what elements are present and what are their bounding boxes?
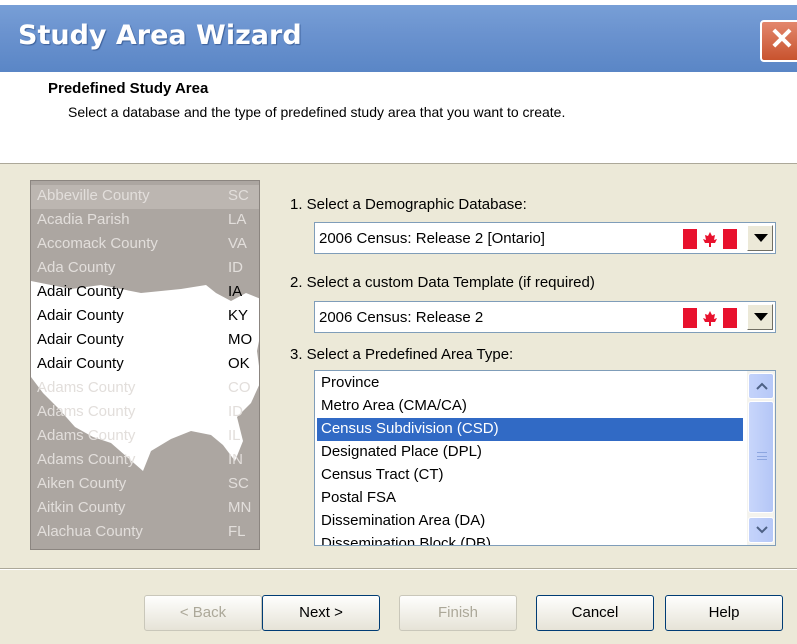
county-name: Aiken County <box>37 475 127 492</box>
county-row: Acadia Parish LA <box>31 209 259 233</box>
template-dropdown-button[interactable] <box>747 304 773 330</box>
page-title: Predefined Study Area <box>48 80 209 97</box>
scroll-up-icon <box>756 382 768 390</box>
county-row: Adams County IN <box>31 449 259 473</box>
chevron-down-icon <box>754 234 768 242</box>
county-state: SC <box>228 475 249 492</box>
county-name: Abbeville County <box>37 187 150 204</box>
county-state: ID <box>228 403 243 420</box>
chevron-down-icon <box>754 313 768 321</box>
county-row: Adair County IA <box>31 281 259 305</box>
area-type-option[interactable]: Census Subdivision (CSD) <box>317 418 743 441</box>
database-dropdown-button[interactable] <box>747 225 773 251</box>
area-type-label: 3. Select a Predefined Area Type: <box>290 346 514 363</box>
county-state: VA <box>228 235 247 252</box>
county-name: Accomack County <box>37 235 158 252</box>
area-type-option[interactable]: Metro Area (CMA/CA) <box>319 395 739 418</box>
county-name: Alachua County <box>37 523 143 540</box>
county-name: Adair County <box>37 331 124 348</box>
database-value: 2006 Census: Release 2 [Ontario] <box>319 230 545 247</box>
county-name: Acadia Parish <box>37 211 130 228</box>
county-list-image: Abbeville County SC Acadia Parish LA Accomac… <box>30 180 260 550</box>
cancel-button[interactable]: Cancel <box>536 595 654 631</box>
county-row: Alachua County FL <box>31 521 259 545</box>
template-combobox[interactable]: 2006 Census: Release 2 <box>314 301 776 333</box>
area-type-option[interactable]: Census Tract (CT) <box>319 464 739 487</box>
canada-flag-icon <box>683 308 737 328</box>
area-type-option[interactable]: Postal FSA <box>319 487 739 510</box>
county-name: Adams County <box>37 403 136 420</box>
county-row: Adams County ID <box>31 401 259 425</box>
page-subtitle: Select a database and the type of predef… <box>68 104 566 120</box>
county-row: Adair County KY <box>31 305 259 329</box>
next-button[interactable]: Next > <box>262 595 380 631</box>
area-type-option[interactable]: Designated Place (DPL) <box>319 441 739 464</box>
area-type-listbox[interactable]: Province Metro Area (CMA/CA) Census Subdiv… <box>314 370 776 546</box>
county-row: Adams County CO <box>31 377 259 401</box>
close-icon: ✕ <box>769 23 795 56</box>
county-state: IN <box>228 451 243 468</box>
database-label: 1. Select a Demographic Database: <box>290 196 527 213</box>
county-state: OK <box>228 355 250 372</box>
title-bar: Study Area Wizard <box>0 0 797 72</box>
county-name: Adair County <box>37 307 124 324</box>
county-row: Accomack County VA <box>31 233 259 257</box>
county-row: Adams County IL <box>31 425 259 449</box>
area-type-option[interactable]: Dissemination Area (DA) <box>319 510 739 533</box>
county-state: IA <box>228 283 243 300</box>
county-name: Adams County <box>37 427 136 444</box>
footer-divider <box>0 568 797 570</box>
county-row: Adair County OK <box>31 353 259 377</box>
county-state: SC <box>228 187 249 204</box>
finish-button[interactable]: Finish <box>399 595 517 631</box>
county-state: IL <box>228 427 241 444</box>
scroll-down-button[interactable] <box>748 517 774 543</box>
area-type-option[interactable]: Province <box>319 372 739 395</box>
county-name: Adair County <box>37 355 124 372</box>
help-button[interactable]: Help <box>665 595 783 631</box>
county-state: KY <box>228 307 249 324</box>
wizard-window: Study Area Wizard ✕ Predefined Study Are… <box>0 0 797 644</box>
county-name: Adams County <box>37 379 136 396</box>
county-state: MO <box>228 331 253 348</box>
canada-flag-icon <box>683 229 737 249</box>
database-combobox[interactable]: 2006 Census: Release 2 [Ontario] <box>314 222 776 254</box>
window-title: Study Area Wizard <box>18 20 302 51</box>
scroll-up-button[interactable] <box>748 373 774 399</box>
scroll-thumb[interactable] <box>748 401 774 513</box>
county-name: Ada County <box>37 259 116 276</box>
grip-icon <box>757 452 767 460</box>
county-name: Aitkin County <box>37 499 126 516</box>
county-state: FL <box>228 523 246 540</box>
title-bar-edge <box>0 0 797 5</box>
template-value: 2006 Census: Release 2 <box>319 309 484 326</box>
back-button[interactable]: < Back <box>144 595 262 631</box>
county-state: CO <box>228 379 251 396</box>
county-row: Abbeville County SC <box>31 185 259 209</box>
county-state: LA <box>228 211 247 228</box>
scroll-down-icon <box>756 526 768 534</box>
area-type-option[interactable]: Dissemination Block (DB) <box>319 533 739 545</box>
county-state: MN <box>228 499 252 516</box>
county-row: Aiken County SC <box>31 473 259 497</box>
close-button[interactable]: ✕ <box>760 20 797 62</box>
template-label: 2. Select a custom Data Template (if req… <box>290 274 595 291</box>
county-name: Adams County <box>37 451 136 468</box>
county-state: ID <box>228 259 243 276</box>
county-row: Ada County ID <box>31 257 259 281</box>
county-name: Adair County <box>37 283 124 300</box>
county-row: Adair County MO <box>31 329 259 353</box>
county-row: Aitkin County MN <box>31 497 259 521</box>
area-type-scrollbar[interactable] <box>747 371 775 545</box>
